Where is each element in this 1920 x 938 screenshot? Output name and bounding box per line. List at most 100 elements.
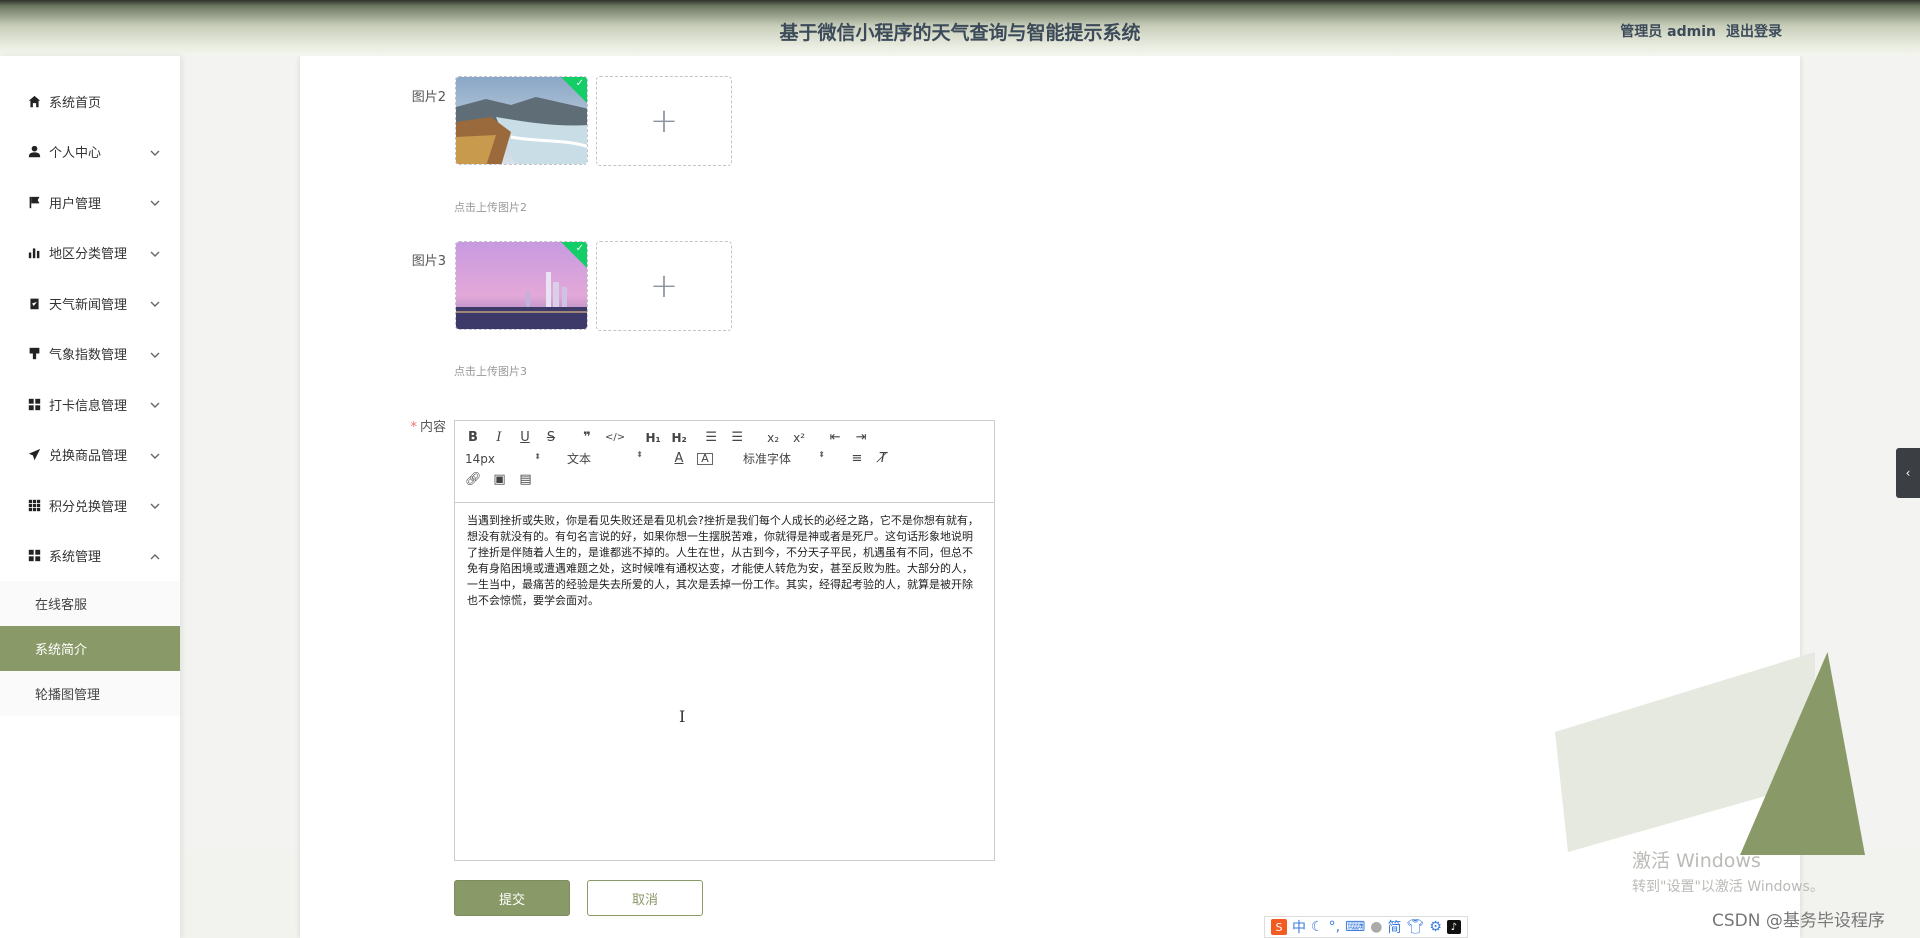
user-area: 管理员 admin 退出登录 (1620, 21, 1782, 41)
underline-button[interactable]: U (517, 430, 533, 445)
chevron-down-icon (150, 197, 160, 207)
sidebar-item-checkin-info[interactable]: 打卡信息管理 (0, 379, 180, 430)
chevron-down-icon (150, 500, 160, 510)
collapse-panel-button[interactable]: ‹ (1896, 448, 1920, 498)
home-icon (27, 94, 41, 108)
block-format-select[interactable]: 文本 ⬍ (567, 450, 643, 467)
chevron-down-icon (150, 399, 160, 409)
sidebar-item-home[interactable]: 系统首页 (0, 76, 180, 127)
sidebar-item-weather-index[interactable]: 气象指数管理 (0, 329, 180, 380)
submit-button[interactable]: 提交 (454, 880, 570, 916)
chevron-down-icon (150, 147, 160, 157)
sidebar-item-label: 积分兑换管理 (49, 499, 128, 515)
image3-upload-button[interactable]: + (596, 241, 732, 331)
user-icon (27, 145, 41, 159)
image3-upload-tip: 点击上传图片3 (454, 365, 527, 378)
submenu-item-carousel[interactable]: 轮播图管理 (0, 671, 180, 716)
font-size-select[interactable]: 14px ⬍ (465, 452, 541, 466)
superscript-button[interactable]: x² (791, 431, 807, 445)
admin-user-label: 管理员 admin (1620, 24, 1716, 40)
send-icon (27, 448, 41, 462)
align-icon[interactable]: ≡ (849, 451, 865, 466)
font-color-icon[interactable]: A (671, 451, 687, 466)
image3-thumbnail[interactable]: ✓ (455, 241, 588, 330)
image-icon[interactable]: ▣ (492, 472, 508, 487)
sidebar-item-system-management[interactable]: 系统管理 (0, 531, 180, 582)
ordered-list-icon[interactable]: ☰ (703, 430, 719, 445)
chevron-up-icon (150, 551, 160, 561)
sidebar: 系统首页 个人中心 用户管理 地区分类管理 天气新闻管理 气象指数管理 打卡信息… (0, 56, 180, 938)
sidebar-item-redeem-goods[interactable]: 兑换商品管理 (0, 430, 180, 481)
settings-icon[interactable]: ⚙ (1429, 919, 1442, 935)
submenu-item-system-intro[interactable]: 系统简介 (0, 626, 180, 671)
grid-icon (27, 397, 41, 411)
bar-chart-icon (27, 246, 41, 260)
apps-icon (27, 498, 41, 512)
check-icon: ✓ (575, 78, 584, 89)
editor-toolbar: B I U S ❞ </> H₁ H₂ ☰ ☰ x₂ x² ⇤ ⇥ 14px ⬍ … (455, 421, 994, 503)
punctuation-icon[interactable]: °, (1329, 919, 1340, 935)
chevron-down-icon (150, 349, 160, 359)
indent-icon[interactable]: ⇥ (853, 430, 869, 445)
rich-text-editor: B I U S ❞ </> H₁ H₂ ☰ ☰ x₂ x² ⇤ ⇥ 14px ⬍ … (454, 420, 995, 861)
editor-content[interactable]: 当遇到挫折或失败，你是看见失败还是看见机会?挫折是我们每个人成长的必经之路，它不… (455, 503, 994, 619)
sidebar-item-label: 系统首页 (49, 95, 102, 111)
content-label: * 内容 (410, 420, 446, 435)
sidebar-item-label: 兑换商品管理 (49, 449, 128, 465)
moon-icon[interactable]: ☾ (1311, 919, 1324, 935)
strikethrough-button[interactable]: S (543, 430, 559, 445)
chevron-left-icon: ‹ (1905, 466, 1911, 480)
sidebar-item-label: 用户管理 (49, 196, 102, 212)
sidebar-item-points-redeem[interactable]: 积分兑换管理 (0, 480, 180, 531)
ime-chinese-mode[interactable]: 中 (1292, 917, 1306, 937)
sidebar-item-user-management[interactable]: 用户管理 (0, 177, 180, 228)
logout-button[interactable]: 退出登录 (1726, 21, 1782, 41)
check-icon: ✓ (575, 243, 584, 254)
background-color-icon[interactable]: A (697, 452, 713, 465)
link-icon[interactable]: 🔗︎ (465, 472, 482, 487)
chevron-down-icon (150, 248, 160, 258)
heading1-button[interactable]: H₁ (645, 431, 661, 445)
video-icon[interactable]: ▤ (518, 472, 534, 487)
italic-button[interactable]: I (491, 430, 507, 445)
bold-button[interactable]: B (465, 430, 481, 445)
sidebar-item-label: 打卡信息管理 (49, 398, 128, 414)
code-block-button[interactable]: </> (605, 432, 625, 443)
cancel-button[interactable]: 取消 (587, 880, 703, 916)
sidebar-item-weather-news[interactable]: 天气新闻管理 (0, 278, 180, 329)
sidebar-item-label: 系统管理 (49, 550, 102, 566)
image3-label: 图片3 (411, 254, 446, 269)
image2-upload-button[interactable]: + (596, 76, 732, 166)
sidebar-item-region-category[interactable]: 地区分类管理 (0, 228, 180, 279)
subscript-button[interactable]: x₂ (765, 431, 781, 445)
sidebar-item-personal-center[interactable]: 个人中心 (0, 127, 180, 178)
ime-logo-icon[interactable]: S (1271, 919, 1287, 935)
bullet-list-icon[interactable]: ☰ (729, 430, 745, 445)
outdent-icon[interactable]: ⇤ (827, 430, 843, 445)
windows-activation-watermark: 激活 Windows 转到"设置"以激活 Windows。 (1632, 850, 1824, 895)
sidebar-item-label: 气象指数管理 (49, 348, 128, 364)
text-cursor-icon: I (679, 707, 686, 726)
blockquote-button[interactable]: ❞ (579, 430, 595, 445)
plus-icon: + (649, 101, 679, 141)
ime-simplified[interactable]: 简 (1387, 917, 1401, 937)
grid-icon (27, 549, 41, 563)
keyboard-icon[interactable]: ⌨ (1345, 919, 1365, 935)
person-icon[interactable]: ● (1370, 919, 1382, 935)
heading2-button[interactable]: H₂ (671, 431, 687, 445)
clear-format-icon[interactable]: T̸ (875, 451, 891, 466)
image2-thumbnail[interactable]: ✓ (455, 76, 588, 165)
image2-upload-tip: 点击上传图片2 (454, 201, 527, 214)
chevron-down-icon (150, 298, 160, 308)
tiktok-icon[interactable]: ♪ (1446, 920, 1461, 934)
flag-icon (27, 195, 41, 209)
brush-icon (27, 347, 41, 361)
font-family-select[interactable]: 标准字体 ⬍ (743, 450, 825, 467)
sidebar-item-label: 地区分类管理 (49, 247, 128, 263)
top-header: 基于微信小程序的天气查询与智能提示系统 管理员 admin 退出登录 (0, 0, 1920, 56)
clipboard-icon (27, 296, 41, 310)
submenu-item-online-service[interactable]: 在线客服 (0, 581, 180, 626)
shirt-icon[interactable]: 👕︎ (1406, 919, 1424, 935)
ime-toolbar: S 中 ☾ °, ⌨ ● 简 👕︎ ⚙ ♪ (1264, 916, 1468, 938)
csdn-credit: CSDN @基务毕设程序 (1712, 911, 1885, 931)
